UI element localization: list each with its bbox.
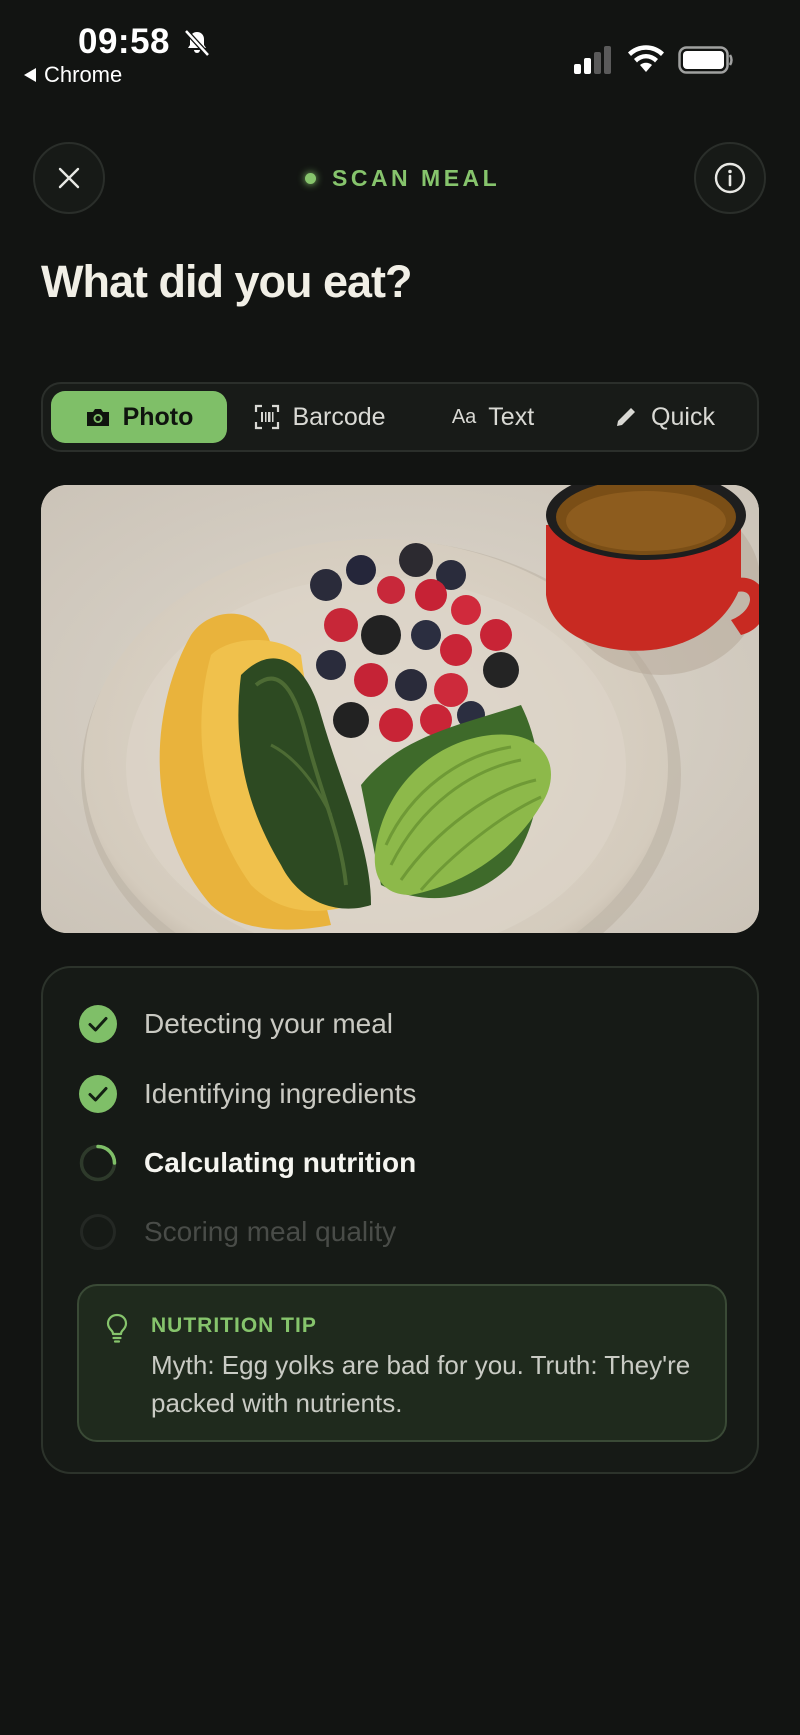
nutrition-tip-box: NUTRITION TIP Myth: Egg yolks are bad fo…	[77, 1284, 727, 1442]
progress-step-calculating: Calculating nutrition	[79, 1143, 416, 1183]
loading-spinner-icon	[79, 1144, 117, 1182]
tip-title: NUTRITION TIP	[151, 1314, 317, 1337]
cellular-signal-icon	[574, 46, 611, 74]
progress-step-label: Identifying ingredients	[144, 1078, 417, 1109]
tab-label: Text	[488, 402, 535, 431]
meal-photo-illustration	[41, 485, 759, 933]
info-icon	[714, 162, 746, 194]
tab-photo[interactable]: Photo	[51, 391, 227, 443]
lightbulb-icon	[106, 1313, 128, 1343]
progress-step-label: Detecting your meal	[144, 1008, 394, 1039]
close-icon	[58, 167, 80, 189]
tab-text[interactable]: Aa Text	[413, 391, 573, 443]
tab-barcode[interactable]: Barcode	[233, 391, 407, 443]
wifi-icon	[628, 45, 664, 72]
status-time: 09:58	[78, 22, 171, 61]
back-to-chrome-link[interactable]: Chrome	[24, 62, 122, 88]
scan-meal-label: SCAN MEAL	[332, 164, 501, 191]
battery-icon	[678, 46, 733, 74]
analysis-progress-card: Detecting your meal Identifying ingredie…	[41, 966, 759, 1474]
tab-label: Quick	[651, 402, 715, 431]
tab-label: Barcode	[292, 402, 386, 431]
progress-step-scoring: Scoring meal quality	[79, 1212, 396, 1252]
check-circle-icon	[79, 1005, 117, 1043]
tab-label: Photo	[122, 402, 194, 431]
bell-off-icon	[184, 29, 210, 57]
close-button[interactable]	[33, 142, 105, 214]
progress-step-label: Scoring meal quality	[144, 1216, 397, 1247]
text-aa-icon: Aa	[451, 405, 477, 428]
check-circle-icon	[79, 1075, 117, 1113]
pending-circle-icon	[80, 1214, 116, 1250]
info-button[interactable]	[694, 142, 766, 214]
back-triangle-icon	[24, 68, 36, 82]
back-app-label: Chrome	[44, 62, 123, 87]
barcode-scan-icon	[255, 404, 280, 430]
page-title: What did you eat?	[41, 256, 412, 307]
tab-quick[interactable]: Quick	[579, 391, 749, 443]
pencil-icon	[617, 408, 636, 426]
progress-step-identifying: Identifying ingredients	[79, 1074, 416, 1114]
tip-body: Myth: Egg yolks are bad for you. Truth: …	[151, 1350, 691, 1418]
camera-icon	[86, 409, 109, 426]
meal-photo	[41, 485, 759, 933]
scan-meal-header: SCAN MEAL	[305, 161, 500, 195]
progress-step-label: Calculating nutrition	[144, 1147, 417, 1178]
progress-step-detecting: Detecting your meal	[79, 1004, 393, 1044]
input-mode-tabs: Photo Barcode Aa Text Quick	[41, 382, 759, 452]
status-dot	[305, 172, 316, 184]
